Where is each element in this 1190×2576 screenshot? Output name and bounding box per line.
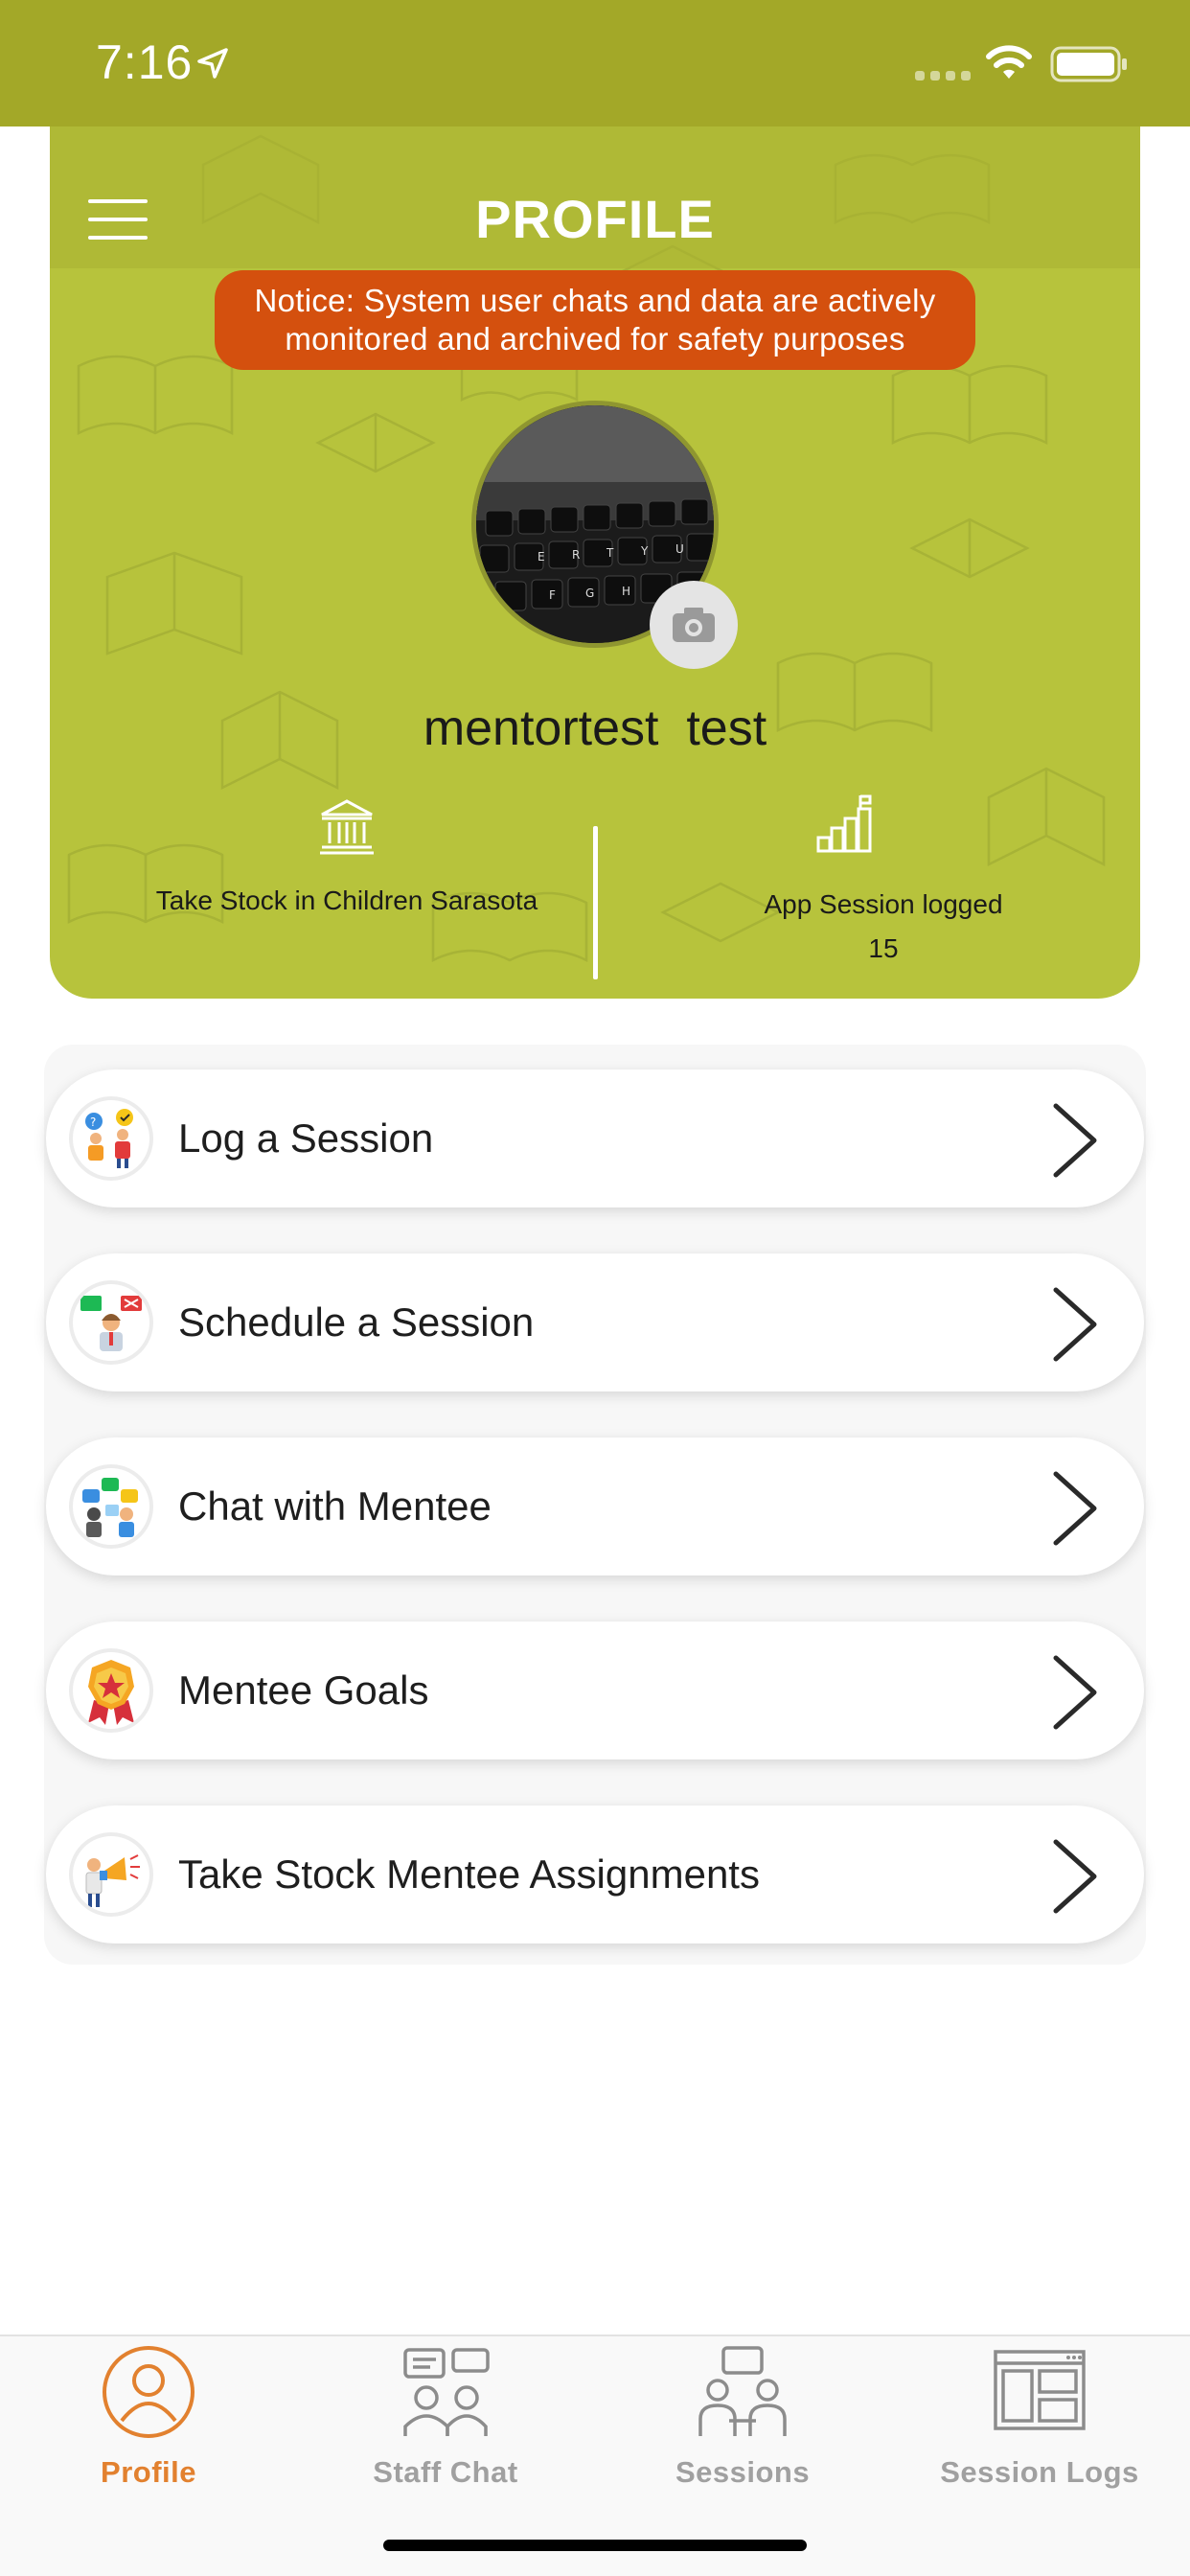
chevron-right-icon — [1053, 1839, 1097, 1914]
chevron-right-icon — [1053, 1655, 1097, 1730]
staff-chat-icon — [403, 2348, 490, 2436]
chevron-right-icon — [1053, 1471, 1097, 1546]
svg-text:F: F — [549, 588, 556, 602]
menu-item-label: Take Stock Mentee Assignments — [178, 1852, 760, 1897]
sessions-logged-count: 15 — [868, 933, 899, 963]
tab-profile[interactable]: Profile — [0, 2336, 297, 2509]
profile-screen: 7:16 PROFILE Notice: System user chats a… — [0, 0, 1190, 2576]
schedule-session-button[interactable]: Schedule a Session — [46, 1254, 1144, 1392]
assignments-megaphone-icon — [69, 1832, 153, 1917]
profile-header-card: PROFILE Notice: System user chats and da… — [50, 126, 1140, 999]
log-session-icon: ? — [69, 1096, 153, 1181]
tab-label: Session Logs — [940, 2455, 1139, 2489]
camera-icon — [673, 608, 715, 642]
progress-chart-icon — [816, 794, 872, 853]
menu-item-label: Schedule a Session — [178, 1300, 535, 1345]
location-arrow-icon — [197, 48, 228, 79]
session-logs-icon — [994, 2350, 1086, 2430]
svg-text:G: G — [585, 586, 594, 600]
status-time: 7:16 — [96, 35, 194, 89]
sessions-logged-label: App Session logged — [764, 889, 1003, 919]
chat-mentee-icon — [69, 1464, 153, 1549]
svg-text:U: U — [675, 542, 684, 556]
svg-text:Y: Y — [640, 544, 649, 558]
status-bar: 7:16 — [0, 0, 1190, 126]
tab-staff-chat[interactable]: Staff Chat — [297, 2336, 594, 2509]
svg-text:H: H — [622, 585, 630, 598]
organization-name: Take Stock in Children Sarasota — [155, 886, 538, 915]
menu-item-label: Log a Session — [178, 1116, 434, 1161]
profile-icon — [103, 2346, 195, 2438]
institution-icon — [320, 799, 374, 855]
chevron-right-icon — [1053, 1287, 1097, 1362]
svg-text:?: ? — [90, 1116, 96, 1129]
tab-sessions[interactable]: Sessions — [594, 2336, 891, 2509]
mentee-goals-button[interactable]: Mentee Goals — [46, 1622, 1144, 1760]
user-name: mentortest test — [423, 701, 767, 756]
home-indicator[interactable] — [383, 2540, 807, 2551]
svg-text:R: R — [572, 548, 580, 562]
tab-label: Staff Chat — [373, 2455, 518, 2489]
chevron-right-icon — [1053, 1103, 1097, 1178]
chat-mentee-button[interactable]: Chat with Mentee — [46, 1438, 1144, 1576]
tab-session-logs[interactable]: Session Logs — [891, 2336, 1188, 2509]
battery-icon — [1050, 46, 1127, 82]
tab-label: Profile — [101, 2455, 196, 2489]
wifi-icon — [986, 45, 1032, 79]
sessions-icon — [698, 2346, 787, 2436]
mentee-assignments-button[interactable]: Take Stock Mentee Assignments — [46, 1806, 1144, 1944]
menu-item-label: Mentee Goals — [178, 1668, 429, 1713]
log-session-button[interactable]: ? Log a Session — [46, 1070, 1144, 1208]
svg-text:T: T — [606, 546, 614, 560]
signal-icon — [915, 71, 971, 80]
change-photo-button[interactable] — [650, 581, 738, 669]
page-title: PROFILE — [475, 189, 715, 249]
goals-badge-icon — [69, 1648, 153, 1733]
stats-divider — [593, 826, 598, 979]
svg-text:E: E — [538, 550, 545, 564]
tab-label: Sessions — [675, 2455, 811, 2489]
monitoring-notice: Notice: System user chats and data are a… — [215, 270, 975, 370]
schedule-session-icon — [69, 1280, 153, 1365]
menu-item-label: Chat with Mentee — [178, 1484, 492, 1529]
